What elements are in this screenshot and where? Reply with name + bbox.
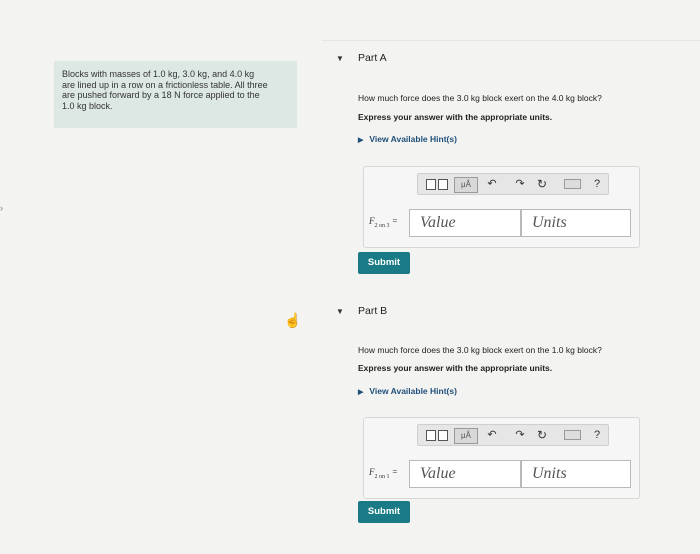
reset-icon[interactable]: ↻ (534, 176, 550, 192)
part-b-collapse-icon[interactable]: ▼ (336, 307, 344, 316)
redo-icon[interactable]: ↷ (512, 176, 528, 192)
units-symbol-button[interactable]: μÅ (454, 428, 478, 444)
part-a-instruction: Express your answer with the appropriate… (358, 112, 553, 122)
caret-right-icon: ▶ (358, 389, 364, 396)
part-a-collapse-icon[interactable]: ▼ (336, 54, 344, 63)
undo-icon[interactable]: ↶ (484, 427, 500, 443)
top-divider (322, 40, 700, 41)
part-a-variable-label: F2 on 3 = (369, 216, 398, 229)
part-a-units-input[interactable]: Units (521, 209, 631, 237)
hand-cursor-icon: ☝ (284, 312, 302, 328)
part-a-hint-label: View Available Hint(s) (369, 134, 457, 144)
part-a-answer-editor: μÅ ↶ ↷ ↻ ? F2 on 3 = Value Units (363, 166, 640, 248)
part-b-hint-label: View Available Hint(s) (369, 386, 457, 396)
templates-icon[interactable] (424, 427, 450, 443)
problem-text: Blocks with masses of 1.0 kg, 3.0 kg, an… (62, 69, 268, 111)
part-a-toolbar: μÅ ↶ ↷ ↻ ? (417, 173, 609, 195)
edge-marker: › (0, 203, 3, 213)
redo-icon[interactable]: ↷ (512, 427, 528, 443)
part-b-answer-editor: μÅ ↶ ↷ ↻ ? F2 on 1 = Value Units (363, 417, 640, 499)
help-icon[interactable]: ? (590, 427, 604, 443)
part-b-value-input[interactable]: Value (409, 460, 521, 488)
caret-right-icon: ▶ (358, 137, 364, 144)
undo-icon[interactable]: ↶ (484, 176, 500, 192)
part-b-submit-button[interactable]: Submit (358, 501, 410, 523)
part-b-toolbar: μÅ ↶ ↷ ↻ ? (417, 424, 609, 446)
part-b-variable-label: F2 on 1 = (369, 467, 398, 480)
part-b-hint-link[interactable]: ▶ View Available Hint(s) (358, 386, 457, 396)
problem-statement: Blocks with masses of 1.0 kg, 3.0 kg, an… (54, 61, 297, 128)
part-b-units-input[interactable]: Units (521, 460, 631, 488)
part-b-instruction: Express your answer with the appropriate… (358, 363, 553, 373)
part-a-hint-link[interactable]: ▶ View Available Hint(s) (358, 134, 457, 144)
part-b-question: How much force does the 3.0 kg block exe… (358, 345, 602, 355)
part-a-question: How much force does the 3.0 kg block exe… (358, 93, 602, 103)
units-symbol-button[interactable]: μÅ (454, 177, 478, 193)
reset-icon[interactable]: ↻ (534, 427, 550, 443)
keyboard-icon[interactable] (562, 176, 582, 192)
part-b-title[interactable]: Part B (358, 305, 387, 317)
part-a-value-input[interactable]: Value (409, 209, 521, 237)
part-a-title[interactable]: Part A (358, 52, 387, 64)
help-icon[interactable]: ? (590, 176, 604, 192)
keyboard-icon[interactable] (562, 427, 582, 443)
templates-icon[interactable] (424, 176, 450, 192)
part-a-submit-button[interactable]: Submit (358, 252, 410, 274)
